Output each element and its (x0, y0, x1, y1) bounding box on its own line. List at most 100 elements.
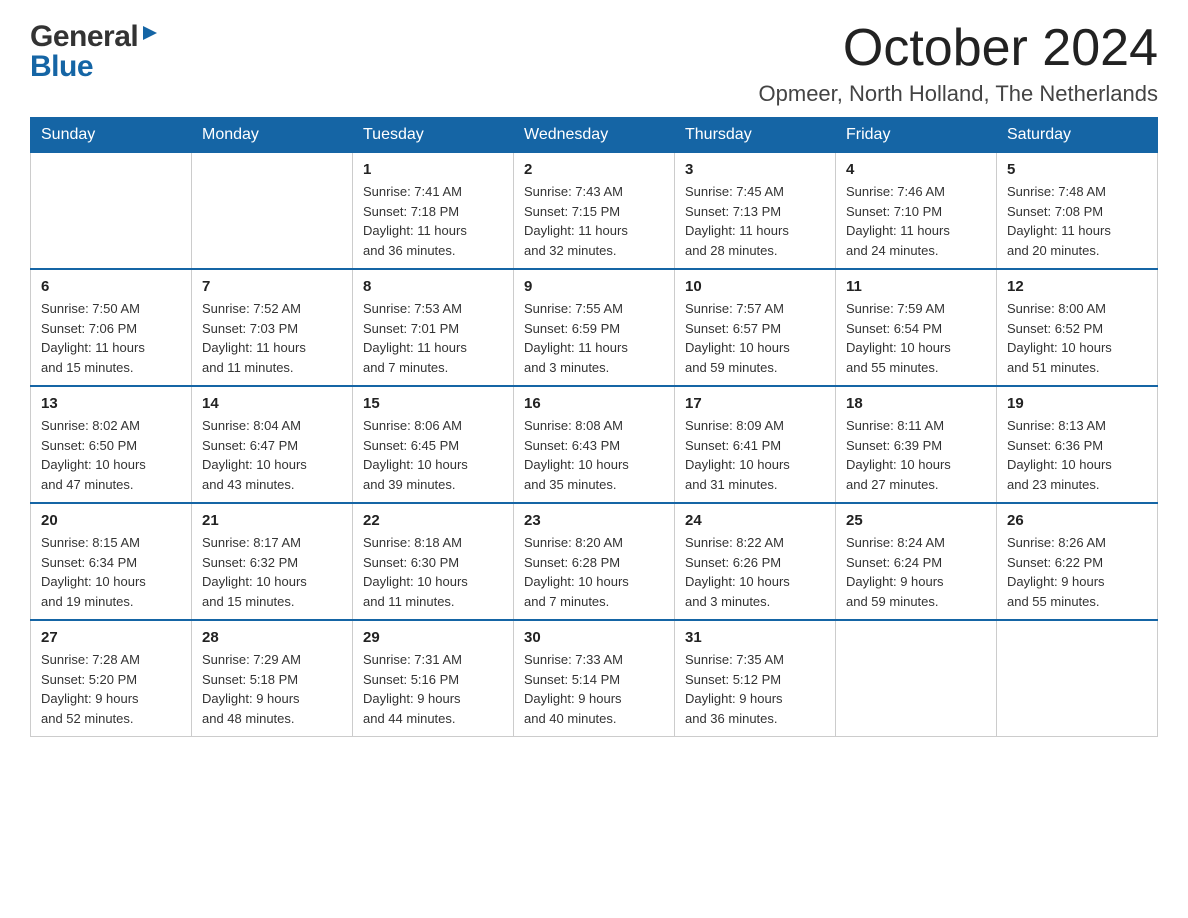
calendar-cell: 24 Sunrise: 8:22 AMSunset: 6:26 PMDayligh… (675, 503, 836, 620)
calendar-cell: 1 Sunrise: 7:41 AMSunset: 7:18 PMDaylight… (353, 153, 514, 270)
day-number: 17 (685, 395, 825, 412)
day-number: 15 (363, 395, 503, 412)
calendar-cell: 29 Sunrise: 7:31 AMSunset: 5:16 PMDayligh… (353, 620, 514, 737)
page-header: General Blue October 2024 Opmeer, North … (30, 20, 1158, 107)
day-number: 8 (363, 278, 503, 295)
calendar-cell: 7 Sunrise: 7:52 AMSunset: 7:03 PMDaylight… (192, 269, 353, 386)
location-title: Opmeer, North Holland, The Netherlands (759, 81, 1158, 107)
day-info: Sunrise: 7:33 AMSunset: 5:14 PMDaylight:… (524, 650, 664, 728)
logo-general-text: General (30, 20, 138, 54)
calendar-cell: 18 Sunrise: 8:11 AMSunset: 6:39 PMDayligh… (836, 386, 997, 503)
calendar-cell: 16 Sunrise: 8:08 AMSunset: 6:43 PMDayligh… (514, 386, 675, 503)
header-monday: Monday (192, 118, 353, 153)
day-info: Sunrise: 8:06 AMSunset: 6:45 PMDaylight:… (363, 416, 503, 494)
day-number: 28 (202, 629, 342, 646)
header-thursday: Thursday (675, 118, 836, 153)
day-number: 10 (685, 278, 825, 295)
calendar-cell: 26 Sunrise: 8:26 AMSunset: 6:22 PMDayligh… (997, 503, 1158, 620)
day-info: Sunrise: 7:29 AMSunset: 5:18 PMDaylight:… (202, 650, 342, 728)
calendar-cell (836, 620, 997, 737)
day-number: 19 (1007, 395, 1147, 412)
calendar-cell: 9 Sunrise: 7:55 AMSunset: 6:59 PMDaylight… (514, 269, 675, 386)
calendar-cell: 25 Sunrise: 8:24 AMSunset: 6:24 PMDayligh… (836, 503, 997, 620)
day-info: Sunrise: 7:43 AMSunset: 7:15 PMDaylight:… (524, 182, 664, 260)
calendar-cell: 8 Sunrise: 7:53 AMSunset: 7:01 PMDaylight… (353, 269, 514, 386)
day-info: Sunrise: 8:13 AMSunset: 6:36 PMDaylight:… (1007, 416, 1147, 494)
calendar-cell: 21 Sunrise: 8:17 AMSunset: 6:32 PMDayligh… (192, 503, 353, 620)
calendar-cell: 5 Sunrise: 7:48 AMSunset: 7:08 PMDaylight… (997, 153, 1158, 270)
day-info: Sunrise: 7:28 AMSunset: 5:20 PMDaylight:… (41, 650, 181, 728)
day-number: 3 (685, 161, 825, 178)
day-info: Sunrise: 8:20 AMSunset: 6:28 PMDaylight:… (524, 533, 664, 611)
calendar-week-row: 1 Sunrise: 7:41 AMSunset: 7:18 PMDaylight… (31, 153, 1158, 270)
day-number: 29 (363, 629, 503, 646)
day-info: Sunrise: 8:18 AMSunset: 6:30 PMDaylight:… (363, 533, 503, 611)
day-info: Sunrise: 7:57 AMSunset: 6:57 PMDaylight:… (685, 299, 825, 377)
day-info: Sunrise: 7:59 AMSunset: 6:54 PMDaylight:… (846, 299, 986, 377)
day-info: Sunrise: 8:15 AMSunset: 6:34 PMDaylight:… (41, 533, 181, 611)
day-number: 25 (846, 512, 986, 529)
day-number: 23 (524, 512, 664, 529)
day-info: Sunrise: 7:31 AMSunset: 5:16 PMDaylight:… (363, 650, 503, 728)
calendar-cell: 12 Sunrise: 8:00 AMSunset: 6:52 PMDayligh… (997, 269, 1158, 386)
day-number: 20 (41, 512, 181, 529)
calendar-cell: 22 Sunrise: 8:18 AMSunset: 6:30 PMDayligh… (353, 503, 514, 620)
day-info: Sunrise: 7:53 AMSunset: 7:01 PMDaylight:… (363, 299, 503, 377)
day-number: 16 (524, 395, 664, 412)
day-info: Sunrise: 8:24 AMSunset: 6:24 PMDaylight:… (846, 533, 986, 611)
day-info: Sunrise: 7:41 AMSunset: 7:18 PMDaylight:… (363, 182, 503, 260)
calendar-cell (192, 153, 353, 270)
day-number: 21 (202, 512, 342, 529)
month-title: October 2024 (759, 20, 1158, 77)
logo-triangle-icon (141, 24, 159, 47)
day-info: Sunrise: 8:09 AMSunset: 6:41 PMDaylight:… (685, 416, 825, 494)
day-info: Sunrise: 8:26 AMSunset: 6:22 PMDaylight:… (1007, 533, 1147, 611)
day-number: 24 (685, 512, 825, 529)
day-info: Sunrise: 8:08 AMSunset: 6:43 PMDaylight:… (524, 416, 664, 494)
day-number: 2 (524, 161, 664, 178)
logo: General Blue (30, 20, 159, 84)
title-area: October 2024 Opmeer, North Holland, The … (759, 20, 1158, 107)
day-info: Sunrise: 7:52 AMSunset: 7:03 PMDaylight:… (202, 299, 342, 377)
calendar-header-row: SundayMondayTuesdayWednesdayThursdayFrid… (31, 118, 1158, 153)
calendar-cell: 30 Sunrise: 7:33 AMSunset: 5:14 PMDayligh… (514, 620, 675, 737)
calendar-week-row: 27Sunrise: 7:28 AMSunset: 5:20 PMDayligh… (31, 620, 1158, 737)
day-number: 7 (202, 278, 342, 295)
day-number: 18 (846, 395, 986, 412)
day-number: 22 (363, 512, 503, 529)
calendar-week-row: 13Sunrise: 8:02 AMSunset: 6:50 PMDayligh… (31, 386, 1158, 503)
day-number: 5 (1007, 161, 1147, 178)
day-number: 6 (41, 278, 181, 295)
day-number: 30 (524, 629, 664, 646)
day-info: Sunrise: 7:35 AMSunset: 5:12 PMDaylight:… (685, 650, 825, 728)
calendar-cell: 28 Sunrise: 7:29 AMSunset: 5:18 PMDayligh… (192, 620, 353, 737)
calendar-cell: 23 Sunrise: 8:20 AMSunset: 6:28 PMDayligh… (514, 503, 675, 620)
calendar-cell (31, 153, 192, 270)
day-info: Sunrise: 8:04 AMSunset: 6:47 PMDaylight:… (202, 416, 342, 494)
day-info: Sunrise: 8:22 AMSunset: 6:26 PMDaylight:… (685, 533, 825, 611)
logo-blue-text: Blue (30, 50, 93, 84)
calendar-week-row: 6Sunrise: 7:50 AMSunset: 7:06 PMDaylight… (31, 269, 1158, 386)
calendar-cell: 13Sunrise: 8:02 AMSunset: 6:50 PMDayligh… (31, 386, 192, 503)
day-number: 9 (524, 278, 664, 295)
header-tuesday: Tuesday (353, 118, 514, 153)
day-info: Sunrise: 8:11 AMSunset: 6:39 PMDaylight:… (846, 416, 986, 494)
calendar-cell: 20 Sunrise: 8:15 AMSunset: 6:34 PMDayligh… (31, 503, 192, 620)
day-info: Sunrise: 7:55 AMSunset: 6:59 PMDaylight:… (524, 299, 664, 377)
day-number: 1 (363, 161, 503, 178)
day-info: Sunrise: 7:48 AMSunset: 7:08 PMDaylight:… (1007, 182, 1147, 260)
day-number: 26 (1007, 512, 1147, 529)
header-saturday: Saturday (997, 118, 1158, 153)
calendar-cell: 6Sunrise: 7:50 AMSunset: 7:06 PMDaylight… (31, 269, 192, 386)
day-number: 13 (41, 395, 181, 412)
calendar-cell (997, 620, 1158, 737)
day-info: Sunrise: 8:00 AMSunset: 6:52 PMDaylight:… (1007, 299, 1147, 377)
calendar-cell: 19 Sunrise: 8:13 AMSunset: 6:36 PMDayligh… (997, 386, 1158, 503)
day-number: 11 (846, 278, 986, 295)
day-number: 12 (1007, 278, 1147, 295)
day-number: 31 (685, 629, 825, 646)
calendar-cell: 15 Sunrise: 8:06 AMSunset: 6:45 PMDayligh… (353, 386, 514, 503)
header-sunday: Sunday (31, 118, 192, 153)
day-info: Sunrise: 8:17 AMSunset: 6:32 PMDaylight:… (202, 533, 342, 611)
calendar-cell: 10 Sunrise: 7:57 AMSunset: 6:57 PMDayligh… (675, 269, 836, 386)
